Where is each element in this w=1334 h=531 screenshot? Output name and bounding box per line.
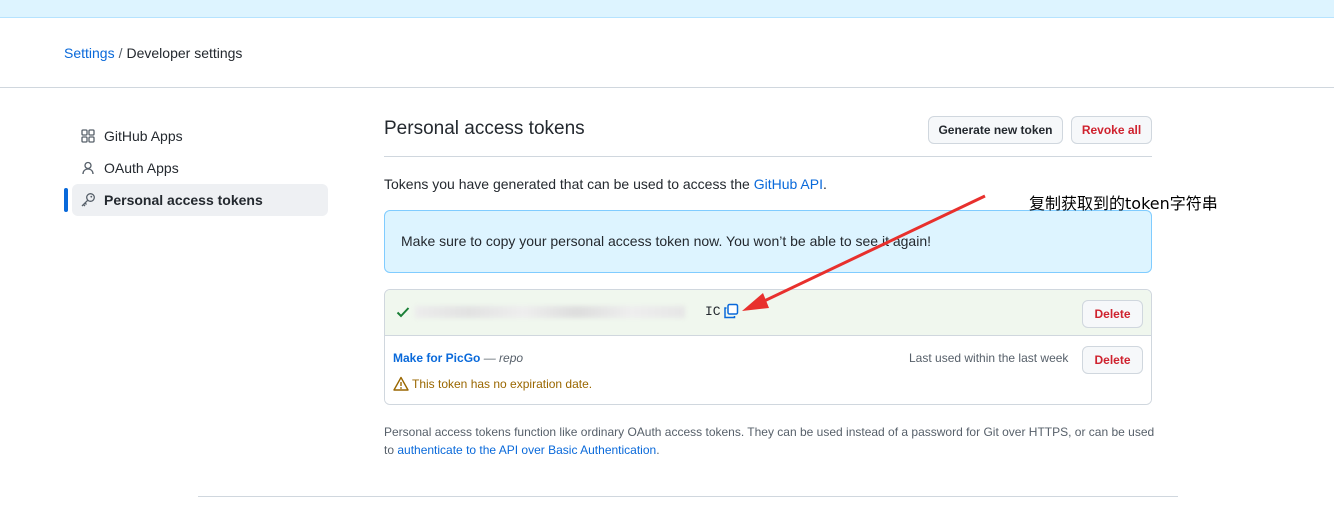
page-header: Settings / Developer settings bbox=[0, 18, 1334, 88]
sidebar-item-github-apps[interactable]: GitHub Apps bbox=[64, 120, 328, 152]
token-name: Make for PicGo — repo bbox=[393, 351, 523, 365]
token-visible-suffix: IC bbox=[705, 304, 721, 319]
revoke-all-button[interactable]: Revoke all bbox=[1071, 116, 1152, 144]
delete-token-button[interactable]: Delete bbox=[1082, 346, 1143, 374]
breadcrumb-current: Developer settings bbox=[126, 45, 243, 61]
token-list: IC Delete Make for PicGo — repo Last use… bbox=[384, 289, 1152, 405]
intro-text: Tokens you have generated that can be us… bbox=[384, 176, 827, 192]
page-title: Personal access tokens bbox=[384, 118, 585, 139]
breadcrumb: Settings / Developer settings bbox=[64, 45, 242, 61]
sidebar: GitHub Apps OAuth Apps Personal access t… bbox=[64, 120, 328, 216]
breadcrumb-separator: / bbox=[118, 45, 123, 61]
warning-text: This token has no expiration date. bbox=[412, 376, 593, 391]
footnote-end: . bbox=[656, 443, 660, 457]
last-used-text: Last used within the last week bbox=[909, 351, 1069, 365]
copy-icon[interactable] bbox=[723, 303, 739, 319]
title-row: Personal access tokens Generate new toke… bbox=[384, 108, 1152, 157]
token-value: IC bbox=[415, 304, 721, 320]
token-name-link[interactable]: Make for PicGo bbox=[393, 351, 480, 365]
sidebar-item-personal-access-tokens[interactable]: Personal access tokens bbox=[72, 184, 328, 216]
intro-text-end: . bbox=[822, 176, 827, 192]
sidebar-item-oauth-apps[interactable]: OAuth Apps bbox=[64, 152, 328, 184]
sidebar-item-label: GitHub Apps bbox=[104, 128, 183, 144]
expiration-warning: This token has no expiration date. bbox=[393, 376, 592, 391]
key-icon bbox=[80, 192, 96, 208]
token-scope: repo bbox=[499, 351, 524, 365]
sidebar-item-label: Personal access tokens bbox=[104, 192, 263, 208]
new-token-row: IC Delete bbox=[385, 290, 1151, 336]
intro-text-body: Tokens you have generated that can be us… bbox=[384, 176, 754, 192]
delete-new-token-button[interactable]: Delete bbox=[1082, 300, 1143, 328]
active-indicator bbox=[64, 188, 68, 212]
token-dash: — bbox=[480, 351, 500, 365]
apps-icon bbox=[80, 128, 96, 144]
breadcrumb-settings-link[interactable]: Settings bbox=[64, 45, 115, 61]
check-icon bbox=[396, 307, 410, 318]
footnote: Personal access tokens function like ord… bbox=[384, 423, 1164, 459]
token-redaction bbox=[415, 306, 685, 318]
basic-auth-link[interactable]: authenticate to the API over Basic Authe… bbox=[397, 443, 656, 457]
flash-message: Make sure to copy your personal access t… bbox=[401, 233, 931, 249]
main-content: Personal access tokens Generate new toke… bbox=[384, 108, 1154, 457]
person-icon bbox=[80, 160, 96, 176]
existing-token-row: Make for PicGo — repo Last used within t… bbox=[385, 336, 1151, 404]
top-banner bbox=[0, 0, 1334, 18]
sidebar-item-label: OAuth Apps bbox=[104, 160, 179, 176]
copy-token-flash: Make sure to copy your personal access t… bbox=[384, 210, 1152, 273]
footer-divider bbox=[198, 496, 1178, 497]
generate-new-token-button[interactable]: Generate new token bbox=[928, 116, 1063, 144]
annotation-label: 复制获取到的token字符串 bbox=[1029, 194, 1218, 213]
alert-icon bbox=[393, 376, 409, 391]
github-api-link[interactable]: GitHub API bbox=[754, 176, 823, 192]
